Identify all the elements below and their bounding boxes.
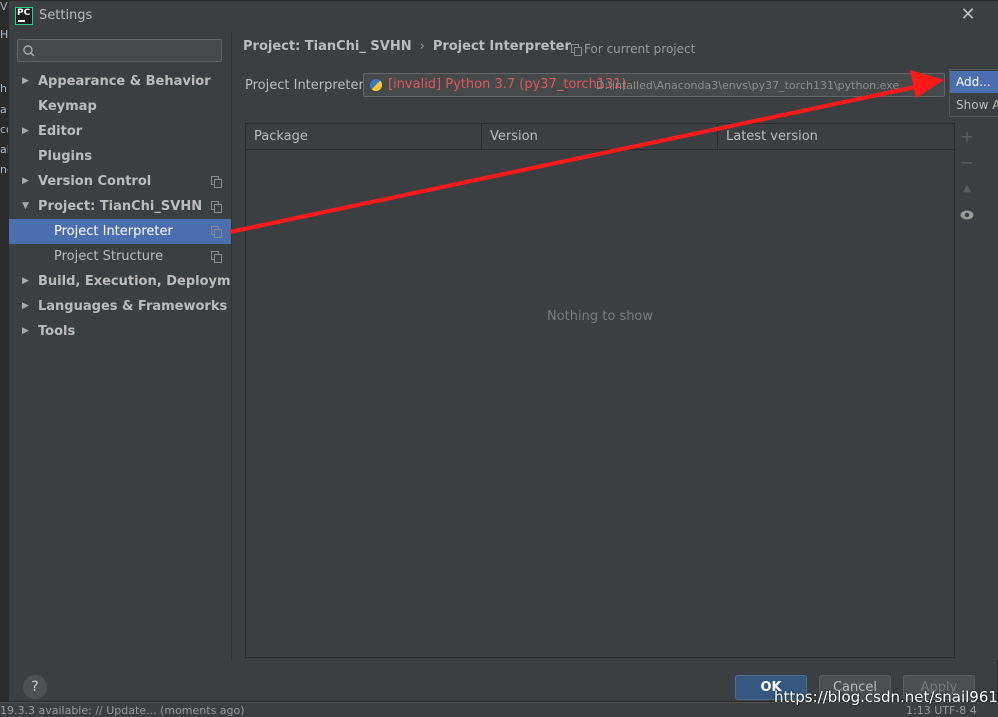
interpreter-value: [invalid] Python 3.7 (py37_torch131) xyxy=(388,77,627,92)
chevron-down-icon: ▼ xyxy=(22,201,29,211)
breadcrumb-separator: › xyxy=(419,39,425,54)
scope-note: For current project xyxy=(571,42,695,56)
sidebar-item-project-interpreter[interactable]: Project Interpreter xyxy=(9,219,231,244)
sidebar-item-plugins[interactable]: Plugins xyxy=(9,144,231,169)
sidebar-item-label: Tools xyxy=(38,324,76,339)
help-button[interactable]: ? xyxy=(23,675,47,699)
add-package-icon[interactable]: + xyxy=(955,125,979,149)
search-input[interactable] xyxy=(17,39,222,62)
sidebar-item-version-control[interactable]: ▶ Version Control xyxy=(9,169,231,194)
menu-item-show-all[interactable]: Show All... xyxy=(950,94,998,116)
table-header: Package Version Latest version xyxy=(246,124,956,150)
sidebar-item-languages[interactable]: ▶ Languages & Frameworks xyxy=(9,294,231,319)
sidebar-item-project[interactable]: ▼ Project: TianChi_SVHN xyxy=(9,194,231,219)
eye-icon[interactable] xyxy=(955,203,979,227)
interpreter-popup-menu: Add... Show All... xyxy=(949,69,998,117)
sidebar-item-label: Project Interpreter xyxy=(54,224,173,239)
sidebar-item-label: Plugins xyxy=(38,149,92,164)
title-bar: PC Settings ✕ xyxy=(9,1,998,32)
sidebar-item-label: Build, Execution, Deployment xyxy=(38,274,255,289)
close-icon[interactable]: ✕ xyxy=(959,6,977,24)
packages-table: Package Version Latest version Nothing t… xyxy=(245,123,974,658)
sidebar-item-appearance[interactable]: ▶ Appearance & Behavior xyxy=(9,69,231,94)
sidebar-item-label: Appearance & Behavior xyxy=(38,74,211,89)
chevron-right-icon: ▶ xyxy=(22,126,29,136)
scope-note-text: For current project xyxy=(584,42,696,56)
sidebar-item-label: Languages & Frameworks xyxy=(38,299,228,314)
chevron-right-icon: ▶ xyxy=(22,301,29,311)
table-toolbar: + − ▲ xyxy=(954,124,978,657)
watermark: https://blog.csdn.net/snail9610 xyxy=(774,688,998,706)
sidebar-item-label: Version Control xyxy=(38,174,152,189)
bg-fragment: V xyxy=(0,0,8,13)
python-icon xyxy=(370,79,382,91)
sidebar-item-editor[interactable]: ▶ Editor xyxy=(9,119,231,144)
settings-tree: ▶ Appearance & Behavior Keymap ▶ Editor … xyxy=(9,69,255,344)
sidebar-item-tools[interactable]: ▶ Tools xyxy=(9,319,231,344)
sidebar-item-label: Keymap xyxy=(38,99,97,114)
bg-fragment: a xyxy=(0,103,7,116)
chevron-right-icon: ▶ xyxy=(22,176,29,186)
project-scope-icon xyxy=(211,176,222,188)
dialog-title: Settings xyxy=(39,8,93,23)
project-scope-icon xyxy=(211,201,222,213)
pycharm-icon: PC xyxy=(15,7,33,25)
sidebar-item-label: Project: TianChi_SVHN xyxy=(38,199,203,214)
project-scope-icon xyxy=(211,226,222,238)
chevron-right-icon: ▶ xyxy=(22,276,29,286)
upgrade-package-icon[interactable]: ▲ xyxy=(955,177,979,201)
menu-item-add[interactable]: Add... xyxy=(950,71,998,93)
breadcrumb: Project: TianChi_ SVHN › Project Interpret… xyxy=(243,39,571,54)
interpreter-select[interactable]: [invalid] Python 3.7 (py37_torch131) D:\… xyxy=(363,73,945,97)
status-text: 19.3.3 available: // Update... (moments … xyxy=(0,704,245,717)
breadcrumb-project[interactable]: Project: TianChi_ SVHN xyxy=(243,39,412,54)
column-header-latest[interactable]: Latest version xyxy=(718,124,954,149)
sidebar-item-keymap[interactable]: Keymap xyxy=(9,94,231,119)
breadcrumb-page: Project Interpreter xyxy=(432,39,571,54)
sidebar-item-label: Editor xyxy=(38,124,83,139)
column-header-package[interactable]: Package xyxy=(246,124,482,149)
sidebar-item-project-structure[interactable]: Project Structure xyxy=(9,244,231,269)
interpreter-label: Project Interpreter: xyxy=(245,78,369,93)
search-icon xyxy=(23,45,35,57)
chevron-right-icon: ▶ xyxy=(22,326,29,336)
settings-sidebar: ▶ Appearance & Behavior Keymap ▶ Editor … xyxy=(9,32,255,660)
remove-package-icon[interactable]: − xyxy=(955,151,979,175)
chevron-right-icon: ▶ xyxy=(22,76,29,86)
empty-state-text: Nothing to show xyxy=(546,309,654,324)
background-ide-left: V H hi a co al ne xyxy=(0,0,14,717)
sidebar-item-label: Project Structure xyxy=(54,249,164,264)
interpreter-path: D:\intalled\Anaconda3\envs\py37_torch131… xyxy=(596,79,900,92)
project-scope-icon xyxy=(211,251,222,263)
column-header-version[interactable]: Version xyxy=(482,124,718,149)
project-scope-icon xyxy=(571,44,582,56)
sidebar-item-build[interactable]: ▶ Build, Execution, Deployment xyxy=(9,269,255,294)
settings-content: Project: TianChi_ SVHN › Project Interpret… xyxy=(231,32,998,660)
settings-dialog: PC Settings ✕ ▶ Appearance & Behavior Ke… xyxy=(8,0,998,702)
